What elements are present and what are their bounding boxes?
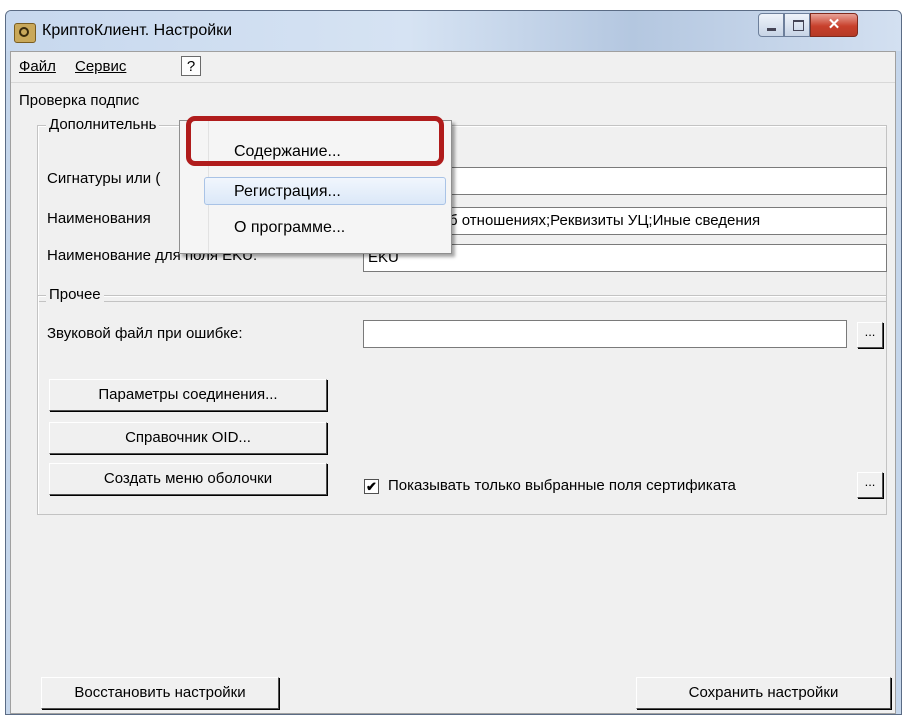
sound-file-field[interactable]	[363, 320, 847, 348]
sound-file-label: Звуковой файл при ошибке:	[47, 325, 243, 342]
menu-file[interactable]: Файл	[19, 58, 56, 75]
connection-settings-button[interactable]: Параметры соединения...	[49, 379, 327, 411]
menu-item-registration[interactable]: Регистрация...	[234, 183, 341, 201]
app-icon	[14, 23, 36, 43]
registration-highlight-annotation	[186, 116, 444, 166]
menu-item-about[interactable]: О программе...	[234, 219, 345, 237]
maximize-icon	[793, 20, 804, 31]
minimize-icon	[767, 28, 776, 31]
save-settings-button[interactable]: Сохранить настройки	[636, 677, 891, 709]
signatures-label: Сигнатуры или (	[47, 170, 161, 187]
group-additional-legend: Дополнительнь	[46, 116, 160, 133]
show-selected-fields-checkbox[interactable]: ✔	[364, 479, 379, 494]
close-button[interactable]: ✕	[810, 13, 858, 37]
show-selected-fields-label: Показывать только выбранные поля сертифи…	[388, 477, 736, 494]
menu-help[interactable]: ?	[181, 56, 201, 76]
oid-directory-button[interactable]: Справочник OID...	[49, 422, 327, 454]
close-icon: ✕	[827, 16, 841, 33]
tab-signature-check[interactable]: Проверка подпис	[19, 92, 139, 109]
menu-bar: Файл Сервис ?	[11, 52, 895, 83]
maximize-button[interactable]	[784, 13, 810, 37]
minimize-button[interactable]	[758, 13, 784, 37]
create-shell-menu-button[interactable]: Создать меню оболочки	[49, 463, 327, 495]
field-names-label: Наименования	[47, 210, 151, 227]
selected-fields-more-button[interactable]: ...	[857, 472, 883, 498]
menu-service[interactable]: Сервис	[75, 58, 126, 75]
group-other-legend: Прочее	[46, 286, 104, 303]
client-area: Файл Сервис ? Проверка подпис Дополнител…	[10, 51, 896, 714]
sound-file-browse-button[interactable]: ...	[857, 322, 883, 348]
title-bar[interactable]: КриптоКлиент. Настройки ✕	[6, 11, 901, 51]
settings-window: КриптоКлиент. Настройки ✕ Файл Сервис ? …	[5, 10, 902, 715]
restore-settings-button[interactable]: Восстановить настройки	[41, 677, 279, 709]
window-title: КриптоКлиент. Настройки	[42, 22, 233, 39]
